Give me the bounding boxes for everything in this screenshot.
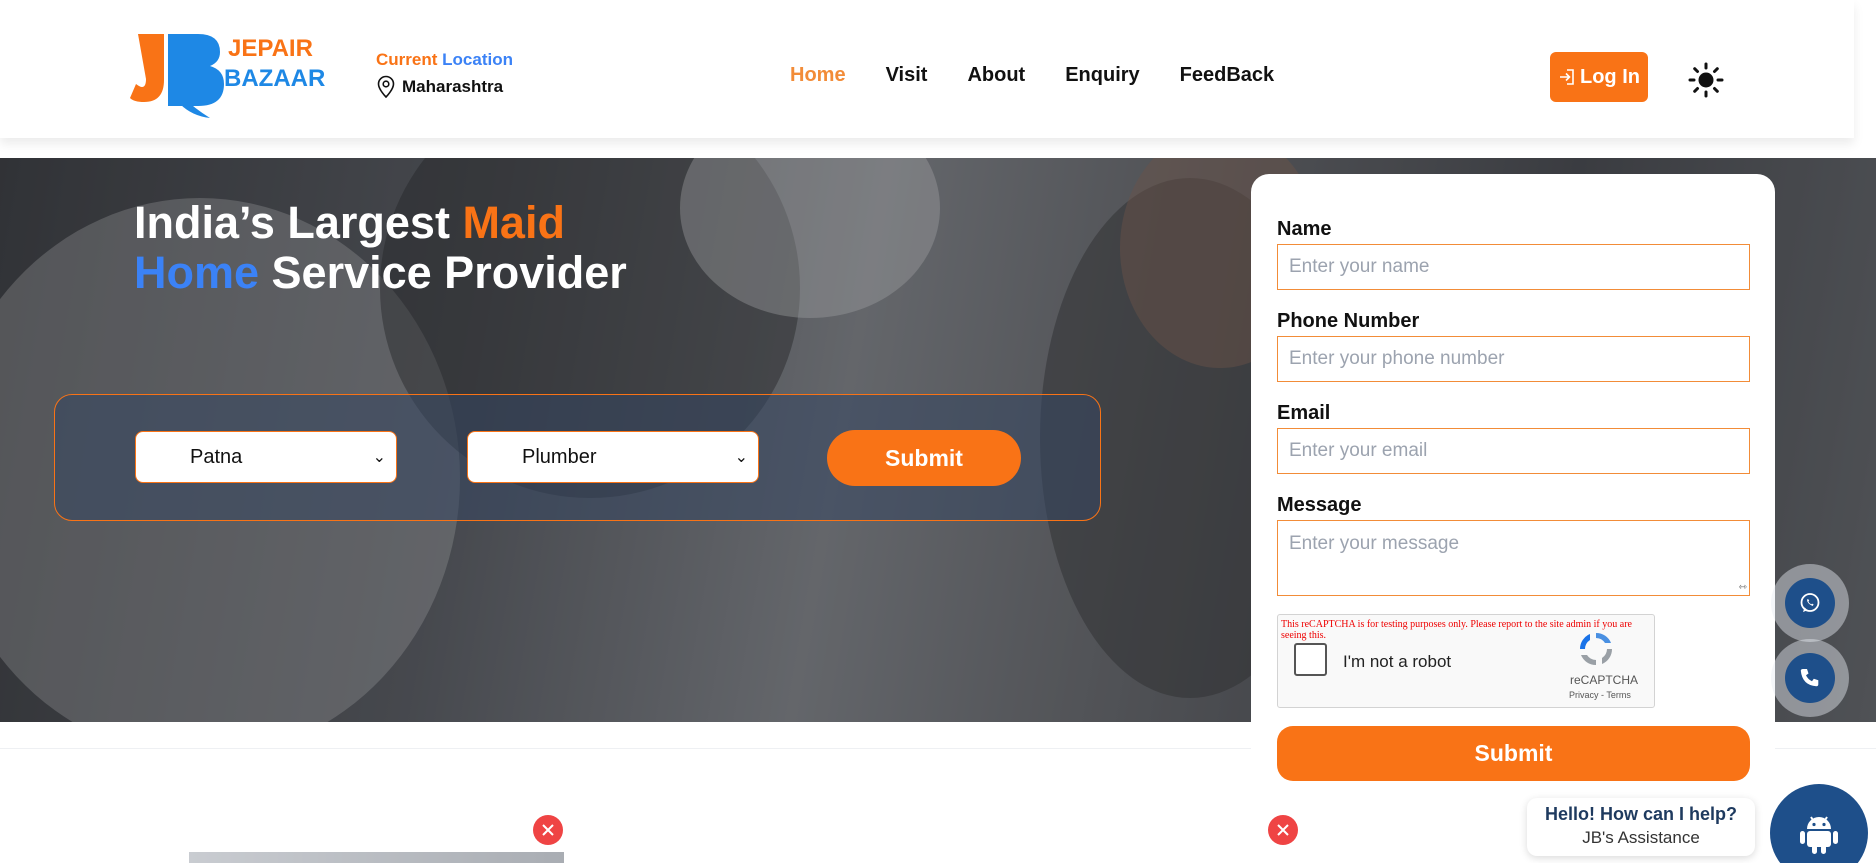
location-value-row: Maharashtra: [376, 75, 513, 99]
nav-visit[interactable]: Visit: [886, 64, 928, 87]
name-input[interactable]: Enter your name: [1277, 244, 1750, 290]
phone-icon: [1800, 669, 1819, 687]
current-location[interactable]: Current Location Maharashtra: [376, 50, 513, 99]
assistant-bubble[interactable]: Hello! How can I help? JB's Assistance: [1527, 798, 1755, 856]
location-label: Current Location: [376, 50, 513, 69]
recaptcha-icon: [1579, 632, 1613, 666]
site-header: JEPAIR BAZAAR Current Location Maharasht…: [0, 0, 1854, 138]
message-textarea[interactable]: Enter your message ⇿: [1277, 520, 1750, 596]
phone-call-button[interactable]: [1785, 653, 1835, 703]
assistant-greeting: Hello! How can I help?: [1544, 804, 1737, 824]
android-bot-icon: [1800, 816, 1838, 854]
whatsapp-icon: [1800, 593, 1820, 612]
site-logo[interactable]: JEPAIR BAZAAR: [128, 28, 338, 128]
email-input[interactable]: Enter your email: [1277, 428, 1750, 474]
hero-submit-button[interactable]: Submit: [827, 430, 1021, 486]
page: JEPAIR BAZAAR Current Location Maharasht…: [0, 0, 1876, 863]
city-select[interactable]: Patna ⌄: [135, 431, 397, 483]
sun-icon[interactable]: [1688, 62, 1724, 98]
form-submit-button[interactable]: Submit: [1277, 726, 1750, 781]
logo-text-bottom: BAZAAR: [224, 65, 325, 92]
phone-input[interactable]: Enter your phone number: [1277, 336, 1750, 382]
enquiry-form: Name Enter your name Phone Number Enter …: [1251, 174, 1775, 806]
logo-text-top: JEPAIR: [228, 35, 313, 62]
location-pin-icon: [377, 75, 395, 99]
email-label: Email: [1277, 402, 1331, 424]
hero-title: India’s Largest Maid Home Service Provid…: [134, 197, 627, 298]
chevron-down-icon: ⌄: [372, 449, 386, 466]
location-value: Maharashtra: [402, 77, 504, 96]
recaptcha-checkbox[interactable]: [1294, 643, 1327, 676]
phone-label: Phone Number: [1277, 310, 1420, 332]
message-label: Message: [1277, 494, 1362, 516]
nav-feedback[interactable]: FeedBack: [1180, 64, 1275, 87]
whatsapp-button[interactable]: [1785, 578, 1835, 628]
resize-grip-icon[interactable]: ⇿: [1739, 582, 1747, 593]
login-label: Log In: [1580, 65, 1640, 88]
service-select[interactable]: Plumber ⌄: [467, 431, 759, 483]
nav-about[interactable]: About: [967, 64, 1025, 87]
nav-enquiry[interactable]: Enquiry: [1065, 64, 1139, 87]
chatbot-button[interactable]: [1770, 784, 1868, 863]
login-button[interactable]: Log In: [1550, 52, 1648, 102]
service-thumbnail[interactable]: [189, 852, 564, 863]
close-icon: [1277, 824, 1289, 836]
nav-home[interactable]: Home: [790, 64, 846, 87]
chevron-down-icon: ⌄: [734, 449, 748, 466]
main-nav: Home Visit About Enquiry FeedBack: [790, 64, 1314, 87]
recaptcha-widget: This reCAPTCHA is for testing purposes o…: [1277, 614, 1655, 708]
recaptcha-terms[interactable]: Privacy - Terms: [1569, 690, 1631, 700]
close-button[interactable]: [533, 815, 563, 845]
assistant-name: JB's Assistance: [1582, 828, 1700, 847]
service-search-box: Patna ⌄ Plumber ⌄ Submit: [54, 394, 1101, 521]
login-icon: [1560, 69, 1574, 85]
name-label: Name: [1277, 218, 1332, 240]
recaptcha-label: I'm not a robot: [1343, 652, 1452, 671]
close-icon: [542, 824, 554, 836]
close-button[interactable]: [1268, 815, 1298, 845]
recaptcha-brand: reCAPTCHA: [1570, 673, 1639, 687]
